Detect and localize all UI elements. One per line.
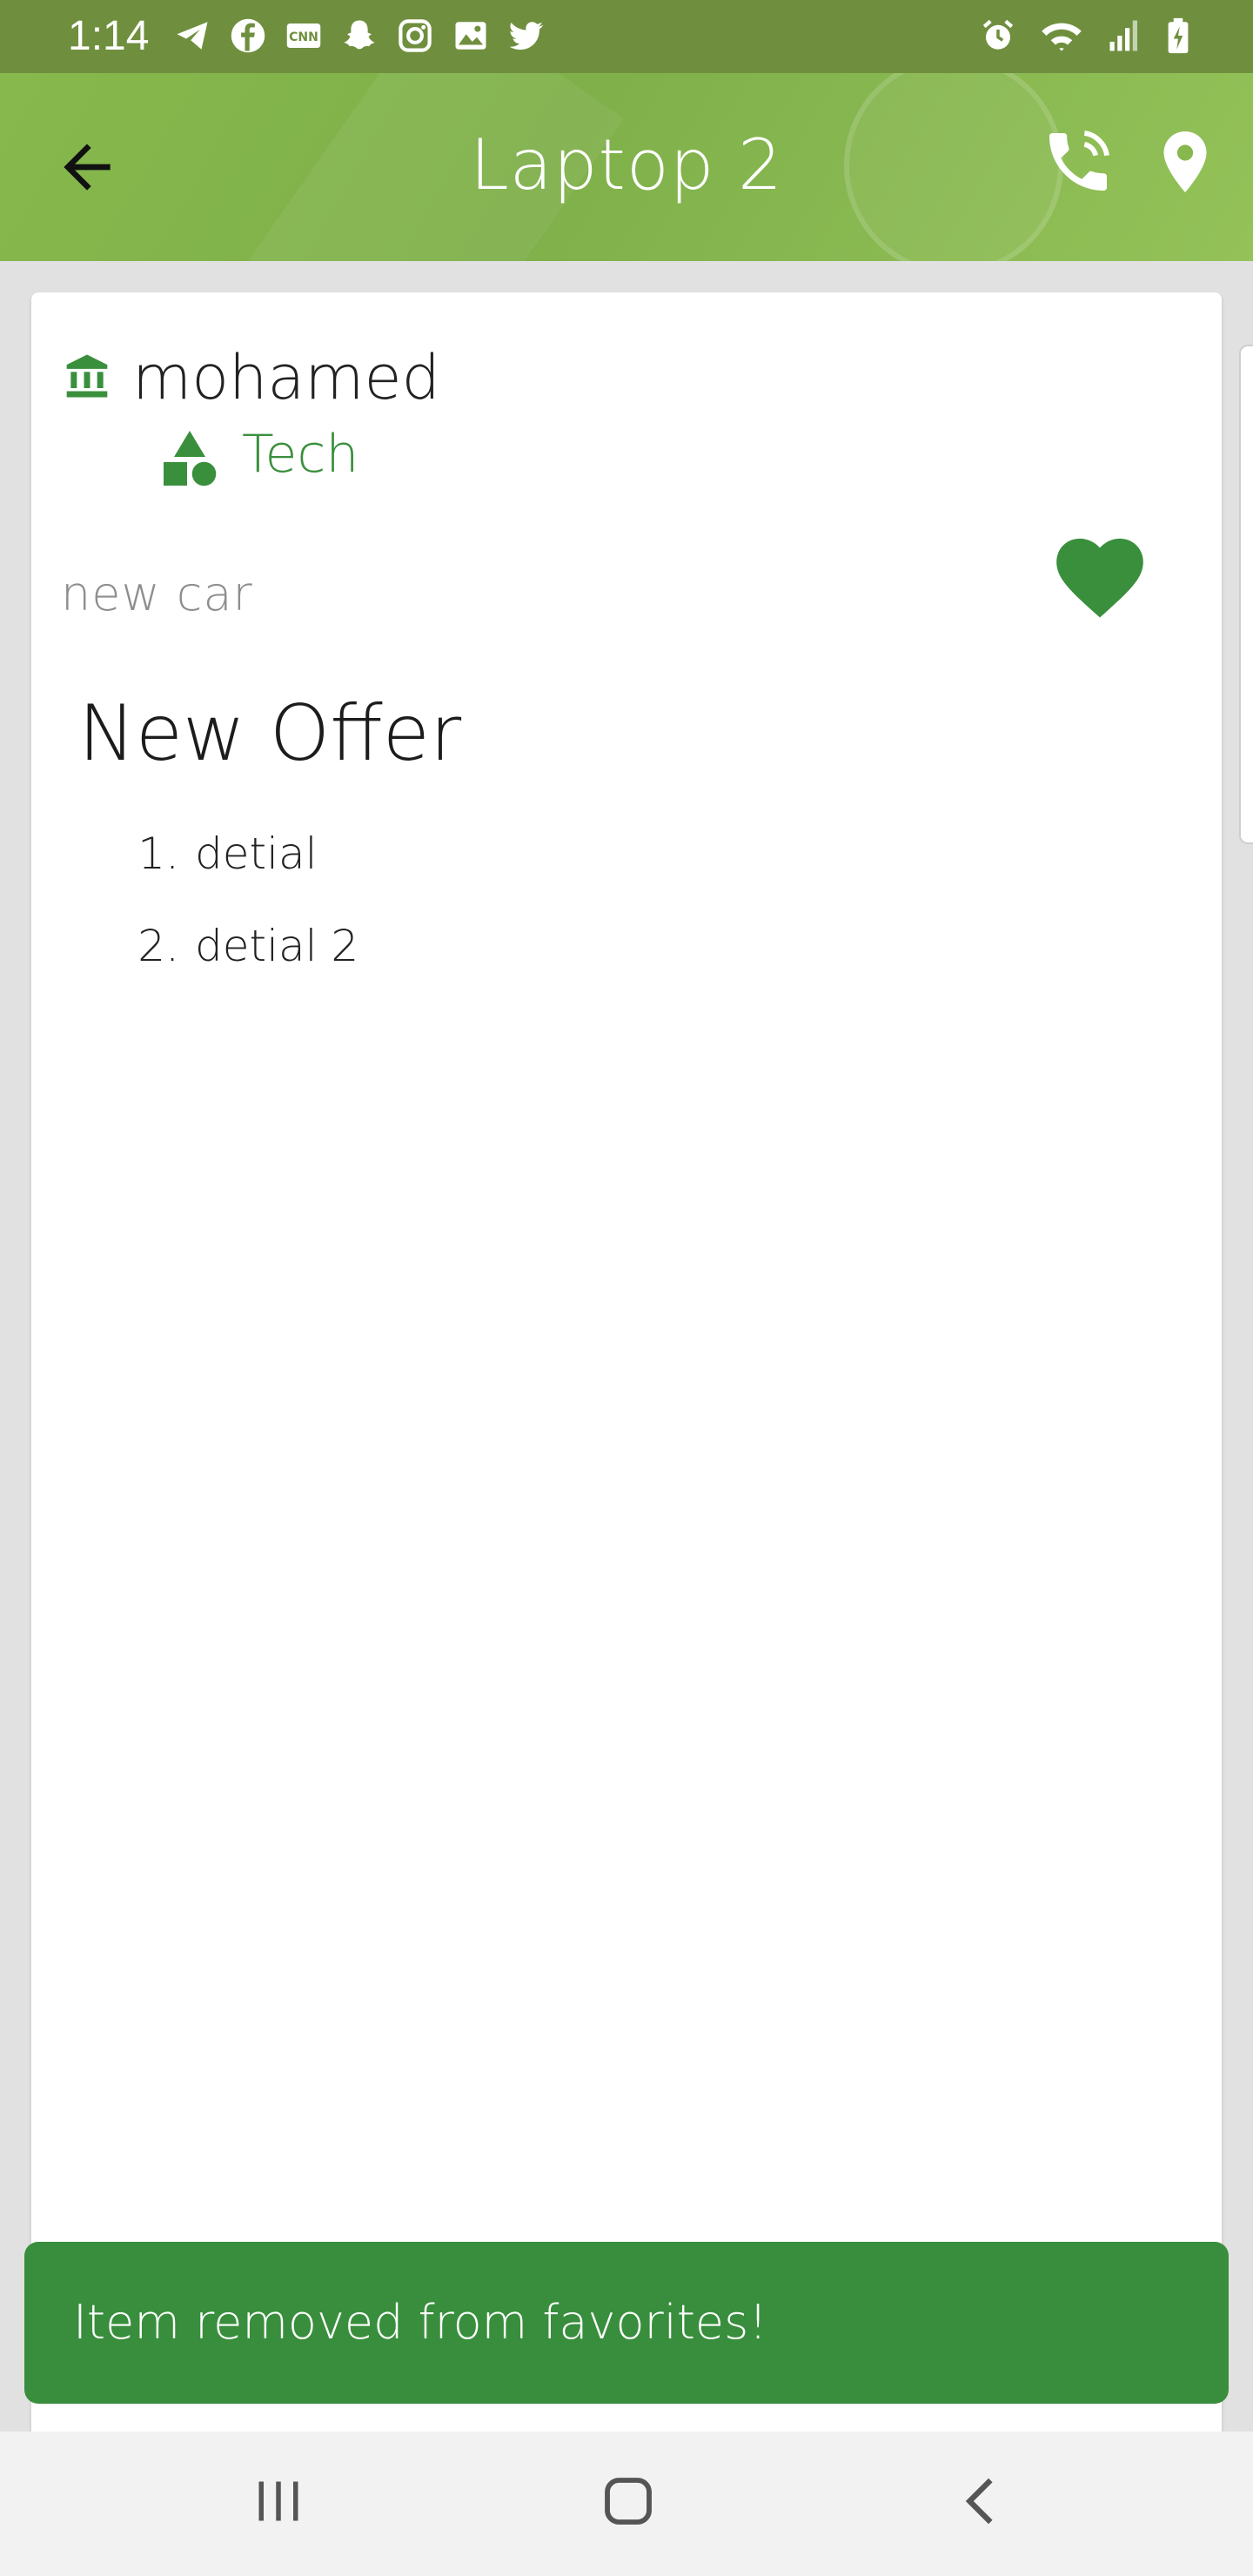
category-name[interactable]: Tech xyxy=(242,418,358,491)
list-item: 2. detial 2 xyxy=(122,900,358,992)
recents-icon[interactable] xyxy=(252,2475,305,2527)
snackbar: Item removed from favorites! xyxy=(24,2242,1229,2404)
snackbar-message: Item removed from favorites! xyxy=(73,2295,767,2350)
shapes-icon xyxy=(164,431,217,486)
phone-icon[interactable] xyxy=(1040,124,1116,200)
system-nav-bar xyxy=(0,2432,1253,2576)
list-item-text: detial 2 xyxy=(195,921,359,971)
system-status-icons xyxy=(980,17,1192,54)
list-item-number: 1. xyxy=(137,828,179,879)
alarm-icon xyxy=(982,19,1014,50)
gallery-icon xyxy=(455,22,486,50)
list-item-text: detial xyxy=(195,828,318,879)
author-name[interactable]: mohamed xyxy=(132,341,440,414)
telegram-icon xyxy=(177,22,208,50)
home-icon[interactable] xyxy=(600,2473,656,2529)
cnn-icon: CNN xyxy=(286,23,321,48)
app-bar: Laptop 2 xyxy=(0,73,1253,261)
status-bar: 1:14 CNN xyxy=(0,0,1253,73)
svg-text:CNN: CNN xyxy=(289,30,318,44)
signal-icon xyxy=(1109,20,1137,51)
facebook-icon xyxy=(231,18,265,53)
wifi-icon xyxy=(1042,23,1082,51)
twitter-icon xyxy=(509,22,544,50)
list-item: 1. detial xyxy=(122,808,358,900)
heart-icon[interactable] xyxy=(1055,536,1145,620)
back-icon[interactable] xyxy=(957,2473,1001,2529)
instagram-icon xyxy=(399,19,432,52)
listing-card xyxy=(31,292,1222,2520)
offer-details-list: 1. detial 2. detial 2 xyxy=(122,808,358,992)
location-pin-icon[interactable] xyxy=(1149,124,1222,200)
battery-icon xyxy=(1168,17,1189,54)
bank-icon xyxy=(66,354,108,398)
list-item-number: 2. xyxy=(137,921,179,971)
notification-icons: CNN xyxy=(174,17,545,54)
listing-subtitle: new car xyxy=(61,567,253,621)
offer-title: New Offer xyxy=(78,688,462,778)
snapchat-icon xyxy=(344,20,375,50)
next-card-edge xyxy=(1239,345,1253,844)
status-time: 1:14 xyxy=(68,13,150,59)
